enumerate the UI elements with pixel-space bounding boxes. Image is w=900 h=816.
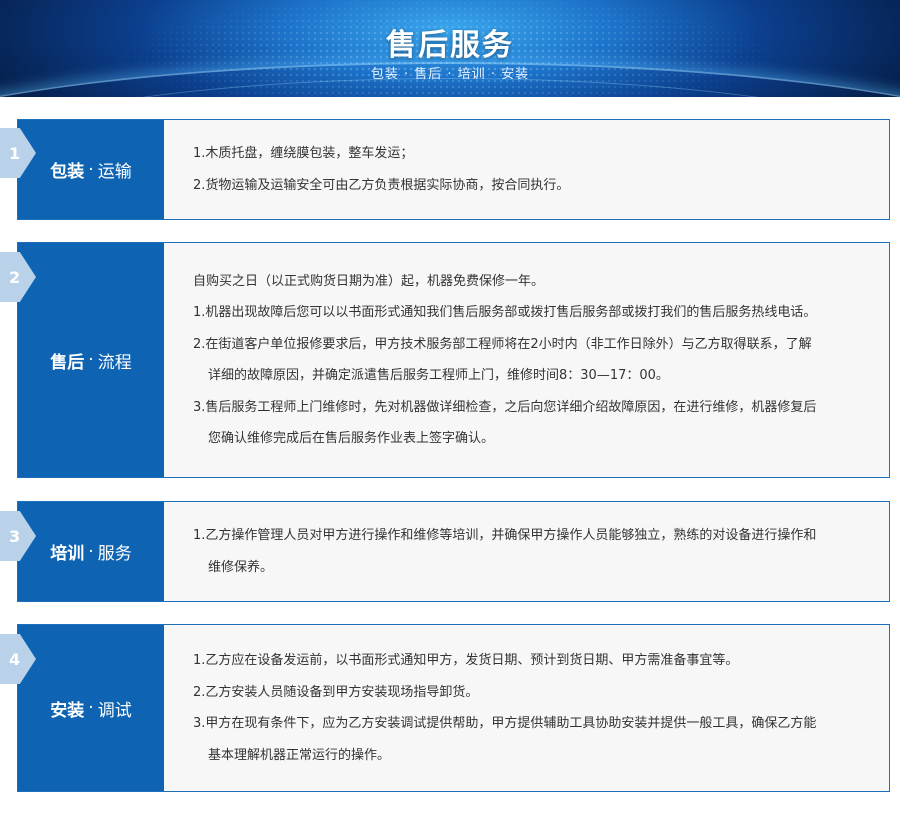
section-content: 1.乙方操作管理人员对甲方进行操作和维修等培训，并确保甲方操作人员能够独立，熟练…	[193, 502, 869, 601]
list-item: 2.货物运输及运输安全可由乙方负责根据实际协商，按合同执行。	[193, 177, 570, 193]
list-item: 2.在街道客户单位报修要求后，甲方技术服务部工程师将在2小时内（非工作日除外）与…	[193, 336, 812, 352]
section-title-bold: 包装	[50, 162, 85, 182]
list-item: 基本理解机器正常运行的操作。	[208, 747, 391, 763]
page-subtitle: 包装 · 售后 · 培训 · 安装	[370, 67, 530, 82]
section-label: 安装 · 调试	[18, 625, 164, 791]
list-item: 自购买之日（以正式购货日期为准）起，机器免费保修一年。	[193, 273, 545, 289]
section-title-bold: 安装	[50, 700, 85, 721]
list-item: 1.木质托盘，缠绕膜包装，整车发运；	[193, 146, 414, 161]
section-title-rest: 运输	[97, 162, 132, 182]
section-label: 售后 · 流程	[18, 243, 164, 477]
section-content: 1.木质托盘，缠绕膜包装，整车发运； 2.货物运输及运输安全可由乙方负责根据实际…	[193, 120, 869, 219]
section-title-bold: 培训	[50, 544, 85, 564]
section-title-bold: 售后	[50, 352, 85, 373]
section-installation: 安装 · 调试 1.乙方应在设备发运前，以书面形式通知甲方，发货日期、预计到货日期、…	[17, 624, 890, 792]
list-item: 详细的故障原因，并确定派遣售后服务工程师上门，维修时间8：30—17：00。	[208, 368, 669, 383]
header-banner: 售后服务 包装 · 售后 · 培训 · 安装	[0, 0, 900, 97]
section-title-rest: 调试	[97, 700, 132, 721]
section-training: 培训 · 服务 1.乙方操作管理人员对甲方进行操作和维修等培训，并确保甲方操作人员能…	[17, 501, 890, 602]
section-label: 包装 · 运输	[18, 120, 164, 219]
list-item: 1.乙方应在设备发运前，以书面形式通知甲方，发货日期、预计到货日期、甲方需准备事…	[193, 653, 739, 668]
section-content: 1.乙方应在设备发运前，以书面形式通知甲方，发货日期、预计到货日期、甲方需准备事…	[193, 625, 869, 791]
section-title-rest: 流程	[97, 352, 132, 373]
page-title: 售后服务	[386, 28, 514, 63]
section-title-rest: 服务	[97, 544, 132, 564]
section-label: 培训 · 服务	[18, 502, 164, 601]
section-after-sales: 售后 · 流程 自购买之日（以正式购货日期为准）起，机器免费保修一年。 1.机器出现…	[17, 242, 890, 478]
list-item: 2.乙方安装人员随设备到甲方安装现场指导卸货。	[193, 684, 479, 700]
section-packaging: 包装 · 运输 1.木质托盘，缠绕膜包装，整车发运； 2.货物运输及运输安全可由乙方…	[17, 119, 890, 220]
list-item: 3.甲方在现有条件下，应为乙方安装调试提供帮助，甲方提供辅助工具协助安装并提供一…	[193, 716, 817, 731]
list-item: 1.乙方操作管理人员对甲方进行操作和维修等培训，并确保甲方操作人员能够独立，熟练…	[193, 528, 817, 543]
section-content: 自购买之日（以正式购货日期为准）起，机器免费保修一年。 1.机器出现故障后您可以…	[193, 243, 869, 477]
list-item: 1.机器出现故障后您可以以书面形式通知我们售后服务部或拨打售后服务部或拨打我们的…	[193, 305, 817, 320]
list-item: 您确认维修完成后在售后服务作业表上签字确认。	[208, 431, 495, 446]
list-item: 3.售后服务工程师上门维修时，先对机器做详细检查，之后向您详细介绍故障原因，在进…	[193, 399, 817, 415]
list-item: 维修保养。	[208, 559, 274, 575]
